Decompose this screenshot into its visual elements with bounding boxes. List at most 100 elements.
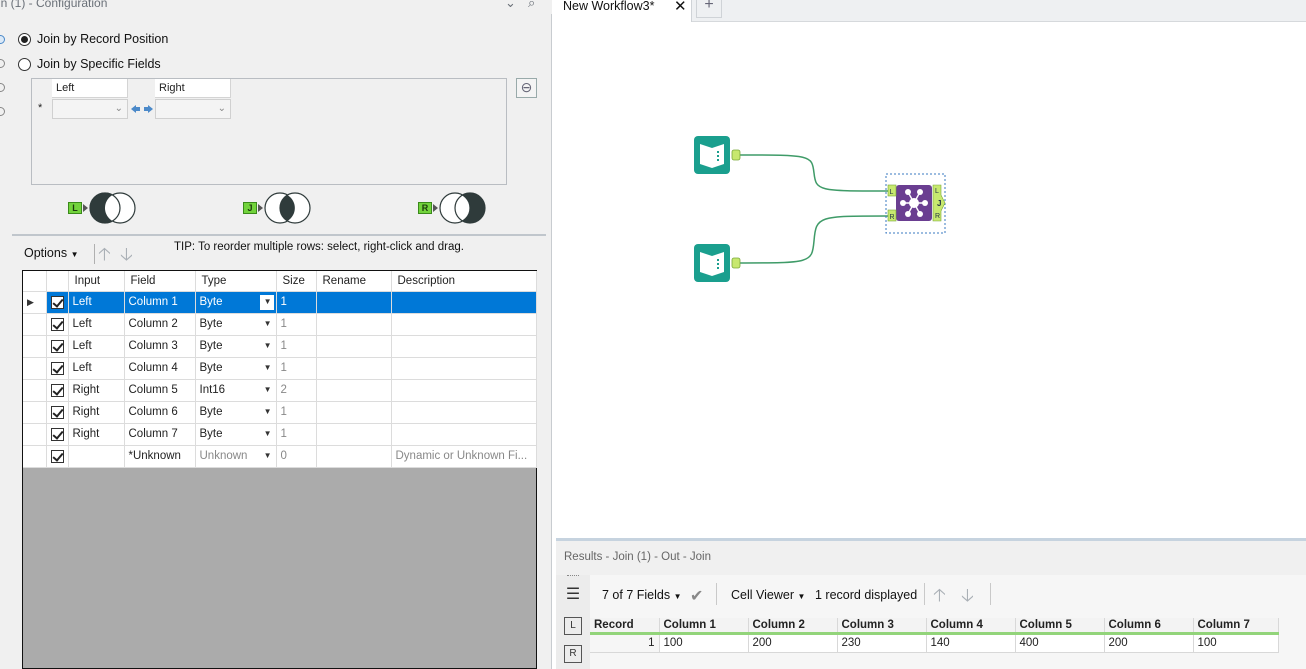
cell-input[interactable]: Left <box>68 357 125 380</box>
col-header-size[interactable]: Size <box>276 271 317 292</box>
input-data-tool-2[interactable] <box>694 244 741 282</box>
row-header[interactable] <box>23 423 47 446</box>
caret-down-icon[interactable]: ▼ <box>264 429 272 438</box>
cell-input[interactable]: Left <box>68 291 125 314</box>
include-checkbox-cell[interactable] <box>46 379 69 402</box>
include-checkbox[interactable] <box>50 383 64 397</box>
join-by-position-option[interactable]: Join by Record Position <box>18 32 168 46</box>
results-col-header[interactable]: Column 3 <box>837 618 927 635</box>
cell-size[interactable]: 1 <box>276 335 317 358</box>
cell-rename[interactable] <box>316 379 392 402</box>
results-row[interactable]: 1 100 200 230 140 400 200 100 <box>590 633 1279 653</box>
record-number[interactable]: 1 <box>590 633 660 653</box>
right-input-icon[interactable]: R <box>564 645 582 663</box>
chevron-down-icon[interactable]: ⌄ <box>505 0 516 11</box>
table-row[interactable]: ▶ Left Column 1 Byte ▼ 1 <box>23 291 537 314</box>
include-checkbox[interactable] <box>50 361 64 375</box>
config-tab-icon[interactable] <box>0 35 5 44</box>
cell-type[interactable]: Byte ▼ <box>195 313 277 336</box>
results-cell[interactable]: 100 <box>1193 633 1279 653</box>
cell-size[interactable]: 1 <box>276 291 317 314</box>
row-header[interactable] <box>23 313 47 336</box>
results-cell[interactable]: 200 <box>748 633 838 653</box>
cell-description[interactable]: Dynamic or Unknown Fi... <box>391 445 537 468</box>
move-down-icon[interactable]: 🡣 <box>120 242 133 272</box>
cell-size[interactable]: 1 <box>276 423 317 446</box>
cell-rename[interactable] <box>316 291 392 314</box>
cell-input[interactable]: Right <box>68 423 125 446</box>
include-checkbox[interactable] <box>50 427 64 441</box>
include-checkbox-cell[interactable] <box>46 335 69 358</box>
cell-type[interactable]: Byte ▼ <box>195 423 277 446</box>
caret-down-icon[interactable]: ▼ <box>264 407 272 416</box>
right-field-select[interactable]: ⌄ <box>155 99 231 119</box>
move-up-icon[interactable]: 🡡 <box>933 583 946 613</box>
results-cell[interactable]: 400 <box>1015 633 1105 653</box>
cell-rename[interactable] <box>316 313 392 336</box>
table-row[interactable]: Left Column 4 Byte ▼ 1 <box>23 357 537 380</box>
col-header-rename[interactable]: Rename <box>316 271 392 292</box>
row-header[interactable] <box>23 445 47 468</box>
cell-field[interactable]: Column 7 <box>124 423 196 446</box>
results-cell[interactable]: 200 <box>1104 633 1194 653</box>
cell-type[interactable]: Byte ▼ <box>195 401 277 424</box>
row-header[interactable] <box>23 379 47 402</box>
row-header[interactable] <box>23 401 47 424</box>
table-row[interactable]: *Unknown Unknown ▼ 0 Dynamic or Unknown Fi..… <box>23 445 537 468</box>
caret-down-icon[interactable]: ▼ <box>264 297 272 306</box>
cell-description[interactable] <box>391 401 537 424</box>
left-input-icon[interactable]: L <box>564 617 582 635</box>
cell-field[interactable]: Column 1 <box>124 291 196 314</box>
cell-size[interactable]: 2 <box>276 379 317 402</box>
cell-viewer-dropdown[interactable]: Cell Viewer ▼ <box>731 588 805 602</box>
new-tab-button[interactable]: + <box>696 0 722 18</box>
results-col-header[interactable]: Column 6 <box>1104 618 1194 635</box>
caret-down-icon[interactable]: ▼ <box>264 363 272 372</box>
cell-type[interactable]: Int16 ▼ <box>195 379 277 402</box>
row-header[interactable] <box>23 335 47 358</box>
fields-dropdown[interactable]: 7 of 7 Fields ▼ <box>602 588 682 602</box>
include-checkbox[interactable] <box>50 339 64 353</box>
move-up-icon[interactable]: 🡡 <box>98 242 111 272</box>
col-header-input[interactable]: Input <box>68 271 125 292</box>
cell-type[interactable]: Unknown ▼ <box>195 445 277 468</box>
cell-description[interactable] <box>391 335 537 358</box>
results-col-header[interactable]: Column 2 <box>748 618 838 635</box>
cell-rename[interactable] <box>316 357 392 380</box>
results-cell[interactable]: 100 <box>659 633 749 653</box>
col-header-type[interactable]: Type <box>195 271 277 292</box>
cell-input[interactable]: Right <box>68 401 125 424</box>
caret-down-icon[interactable]: ▼ <box>264 451 272 460</box>
cell-field[interactable]: Column 4 <box>124 357 196 380</box>
connector-input2-to-join-right[interactable] <box>737 215 889 264</box>
cell-description[interactable] <box>391 423 537 446</box>
table-row[interactable]: Right Column 5 Int16 ▼ 2 <box>23 379 537 402</box>
cell-field[interactable]: Column 2 <box>124 313 196 336</box>
pin-icon[interactable]: ⌕ <box>528 0 535 11</box>
results-cell[interactable]: 230 <box>837 633 927 653</box>
input-data-tool-1[interactable] <box>694 136 741 174</box>
caret-down-icon[interactable]: ▼ <box>264 385 272 394</box>
results-col-header[interactable]: Column 5 <box>1015 618 1105 635</box>
join-by-fields-option[interactable]: Join by Specific Fields <box>18 57 161 71</box>
row-header[interactable]: ▶ <box>23 291 47 314</box>
workflow-canvas[interactable]: L R L J R <box>556 23 1306 536</box>
cell-field[interactable]: Column 6 <box>124 401 196 424</box>
left-field-select[interactable]: ⌄ <box>52 99 128 119</box>
include-checkbox-cell[interactable] <box>46 291 69 314</box>
cell-type[interactable]: Byte ▼ <box>195 335 277 358</box>
include-checkbox[interactable] <box>50 295 64 309</box>
cell-size[interactable]: 1 <box>276 357 317 380</box>
cell-type[interactable]: Byte ▼ <box>195 291 277 314</box>
include-checkbox-cell[interactable] <box>46 423 69 446</box>
results-col-header[interactable]: Column 1 <box>659 618 749 635</box>
table-row[interactable]: Left Column 3 Byte ▼ 1 <box>23 335 537 358</box>
cell-input[interactable]: Left <box>68 313 125 336</box>
layout-tab-icon[interactable] <box>0 83 5 92</box>
cell-size[interactable]: 1 <box>276 401 317 424</box>
cell-description[interactable] <box>391 313 537 336</box>
checkmark-icon[interactable]: ✔ <box>690 586 703 606</box>
annotation-tab-icon[interactable] <box>0 59 5 68</box>
tab-new-workflow3[interactable]: New Workflow3* ✕ <box>556 0 692 22</box>
options-dropdown[interactable]: Options ▼ <box>24 246 79 260</box>
